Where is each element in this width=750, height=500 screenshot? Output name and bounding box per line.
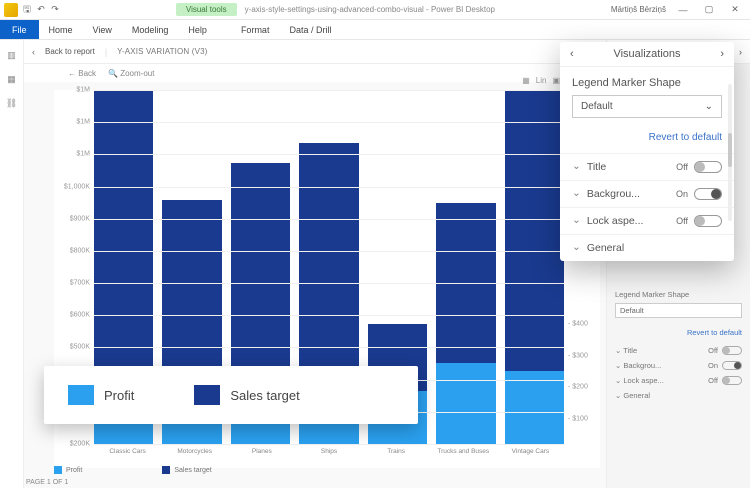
- zoom-out-button[interactable]: 🔍 Zoom-out: [108, 69, 154, 78]
- expand-pane-icon[interactable]: ›: [739, 47, 742, 57]
- expand-icon[interactable]: ▣: [552, 76, 560, 85]
- menu-home[interactable]: Home: [39, 20, 83, 39]
- grid-icon[interactable]: ▦: [522, 76, 530, 85]
- lock-aspect-toggle-overlay[interactable]: [694, 215, 722, 227]
- back-to-report-link[interactable]: Back to report: [45, 47, 95, 56]
- revert-to-default-link[interactable]: Revert to default: [560, 122, 734, 153]
- undo-icon[interactable]: ↶: [36, 5, 46, 15]
- overlay-collapse-icon[interactable]: ‹: [570, 48, 574, 60]
- menu-modeling[interactable]: Modeling: [122, 20, 179, 39]
- section-general[interactable]: ⌄General: [560, 234, 734, 261]
- chevron-down-icon: ⌄: [705, 101, 713, 112]
- lock-aspect-toggle[interactable]: [722, 376, 742, 385]
- redo-icon[interactable]: ↷: [50, 5, 60, 15]
- minimize-icon[interactable]: —: [674, 5, 692, 15]
- document-title: y-axis-style-settings-using-advanced-com…: [245, 5, 495, 14]
- overlay-header: Visualizations: [613, 48, 680, 60]
- section-lock-aspect[interactable]: ⌄Lock aspe... Off: [560, 207, 734, 234]
- chart-back-button[interactable]: ← Back: [68, 69, 96, 78]
- title-toggle-overlay[interactable]: [694, 161, 722, 173]
- visual-title: Y-AXIS VARIATION (V3): [117, 47, 207, 56]
- profit-swatch: [68, 385, 94, 405]
- sales-swatch: [194, 385, 220, 405]
- chevron-left-icon[interactable]: ‹: [32, 47, 35, 57]
- background-toggle-overlay[interactable]: [694, 188, 722, 200]
- maximize-icon[interactable]: ▢: [700, 4, 718, 15]
- app-icon: [4, 3, 18, 17]
- menu-format[interactable]: Format: [231, 20, 280, 39]
- model-view-icon[interactable]: ⛓: [5, 96, 19, 110]
- profit-label: Profit: [104, 388, 134, 403]
- visual-tools-tab[interactable]: Visual tools: [176, 3, 237, 16]
- bar-trucks-and-buses[interactable]: [436, 90, 495, 444]
- overlay-expand-icon[interactable]: ›: [720, 48, 724, 60]
- section-background[interactable]: ⌄Backgrou... On: [560, 180, 734, 207]
- page-indicator: PAGE 1 OF 1: [26, 479, 68, 486]
- menu-bar: File Home View Modeling Help Format Data…: [0, 20, 750, 40]
- overlay-scrollbar[interactable]: [728, 84, 732, 221]
- canvas-header: ‹ Back to report | Y-AXIS VARIATION (V3)…: [24, 40, 606, 64]
- format-label: Legend Marker Shape: [615, 290, 742, 299]
- save-icon[interactable]: 🖫: [22, 5, 32, 15]
- legend-marker-shape-select[interactable]: Default ⌄: [572, 95, 722, 118]
- format-select-bg[interactable]: Default: [615, 303, 742, 318]
- legend-small: Profit Sales target: [54, 466, 212, 474]
- menu-data-drill[interactable]: Data / Drill: [279, 20, 341, 39]
- view-rail: ▥ ▦ ⛓: [0, 40, 24, 488]
- visualizations-overlay: ‹ Visualizations › Legend Marker Shape D…: [560, 42, 734, 261]
- sales-label: Sales target: [230, 388, 299, 403]
- bar-vintage-cars[interactable]: [505, 90, 564, 444]
- legend-marker-shape-label: Legend Marker Shape: [572, 77, 722, 89]
- report-view-icon[interactable]: ▥: [5, 48, 19, 62]
- title-toggle[interactable]: [722, 346, 742, 355]
- data-view-icon[interactable]: ▦: [5, 72, 19, 86]
- file-menu[interactable]: File: [0, 20, 39, 39]
- chart-toolbar: ← Back 🔍 Zoom-out: [24, 64, 606, 82]
- user-name[interactable]: Mārtiņš Bērziņš: [611, 5, 666, 14]
- title-bar: 🖫 ↶ ↷ Visual tools y-axis-style-settings…: [0, 0, 750, 20]
- revert-link-bg[interactable]: Revert to default: [615, 324, 742, 343]
- x-axis-labels: Classic CarsMotorcyclesPlanesShipsTrains…: [94, 446, 564, 468]
- legend-callout: Profit Sales target: [44, 366, 418, 424]
- lin-button[interactable]: Lin: [536, 76, 547, 85]
- close-icon[interactable]: ✕: [726, 4, 744, 15]
- section-title[interactable]: ⌄Title Off: [560, 153, 734, 180]
- menu-view[interactable]: View: [83, 20, 122, 39]
- quick-access: 🖫 ↶ ↷: [0, 3, 60, 17]
- background-toggle[interactable]: [722, 361, 742, 370]
- menu-help[interactable]: Help: [178, 20, 217, 39]
